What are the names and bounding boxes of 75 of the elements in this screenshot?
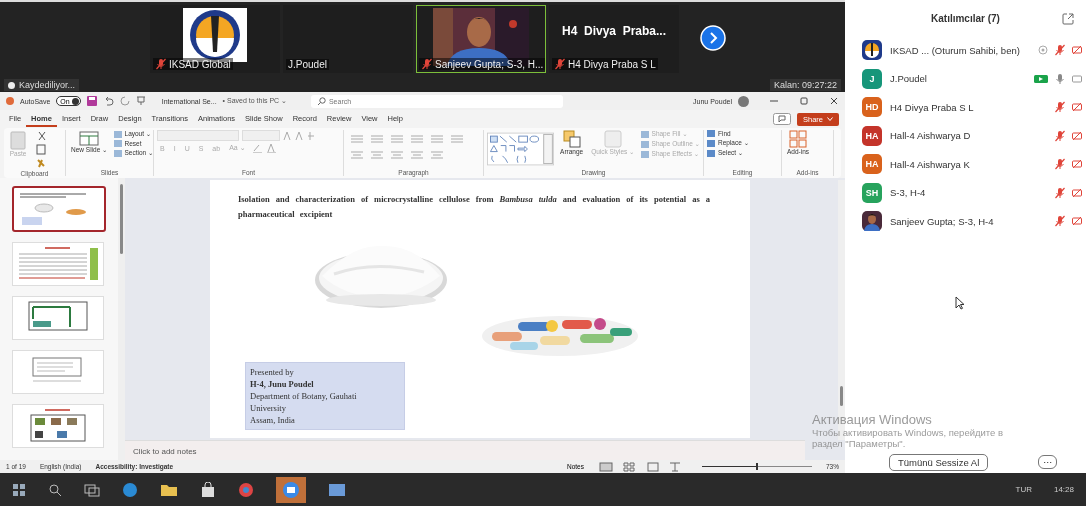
browser-icon[interactable]: [122, 481, 138, 498]
shapes-gallery[interactable]: [487, 130, 555, 168]
participant-row[interactable]: HA Hall-4 Aishwarya D: [845, 121, 1086, 150]
presentation-icon[interactable]: [135, 96, 146, 106]
activation-notice: Чтобы активировать Windows, перейдите в: [812, 427, 1004, 438]
round-app-icon[interactable]: [238, 481, 254, 498]
more-button[interactable]: ···: [1038, 455, 1058, 469]
participant-row[interactable]: J J.Poudel: [845, 64, 1086, 93]
participant-name: Hall-4 Aishwarya K: [890, 158, 971, 170]
restore-icon[interactable]: [799, 96, 809, 106]
activation-notice: Активация Windows: [812, 412, 933, 427]
redo-icon[interactable]: [119, 96, 130, 106]
remaining-time: Kalan: 09:27:22: [769, 79, 841, 91]
windows-logo-icon[interactable]: [12, 482, 26, 497]
initials-avatar: SH: [862, 182, 882, 203]
video-tile[interactable]: Sanjeev Gupta; S-3, H...: [416, 5, 546, 73]
recording-indicator: Kaydediliyor...: [4, 79, 80, 91]
tile-name-text: IKSAD Global: [169, 58, 231, 70]
video-camera-icon: [1034, 73, 1048, 84]
participant-row[interactable]: HA Hall-4 Aishwarya K: [845, 150, 1086, 179]
initials-avatar: HA: [862, 125, 882, 146]
mute-all-button[interactable]: Tümünü Sessize Al: [889, 453, 989, 471]
initials-avatar: J: [862, 68, 882, 89]
initials-avatar: HD: [862, 97, 882, 118]
participant-row[interactable]: IKSAD ... (Oturum Sahibi, ben): [845, 36, 1086, 65]
comment-icon[interactable]: [773, 113, 791, 125]
close-icon[interactable]: [829, 96, 839, 106]
video-tile[interactable]: J.Poudel: [283, 5, 413, 73]
mouse-pointer-icon: [955, 295, 965, 310]
folder-icon[interactable]: [160, 482, 178, 497]
participant-name: Sanjeev Gupta; S-3, H-4: [890, 215, 995, 227]
grid-icon: [789, 130, 807, 148]
presenter-line: University: [250, 402, 287, 414]
video-app-icon[interactable]: [276, 476, 306, 503]
clock[interactable]: 14:28: [1053, 485, 1074, 494]
participant-name: Hall-4 Aishwarya D: [890, 130, 972, 142]
participant-name: J.Poudel: [890, 73, 928, 85]
video-tile[interactable]: IKSAD Global: [150, 5, 280, 73]
search-icon[interactable]: [48, 482, 62, 497]
font-size-field[interactable]: [242, 130, 280, 141]
notes-field[interactable]: Click to add notes: [125, 440, 805, 460]
user-avatar[interactable]: [738, 95, 749, 107]
tile-title: H4 Divya Praba...: [561, 24, 667, 38]
tile-name-text: Sanjeev Gupta; S-3, H...: [435, 58, 544, 70]
participant-row[interactable]: HD H4 Divya Praba S L: [845, 93, 1086, 122]
caret-icon: [827, 117, 833, 121]
slide-title: Isolation and characterization of microcrystalline cellulose from Bambusa tulda and evaluation of its potential as a pharmaceutical excipient: [238, 193, 710, 221]
participant-name: S-3, H-4: [890, 187, 927, 199]
app-icon[interactable]: [6, 97, 14, 105]
input-language[interactable]: TUR: [1015, 485, 1032, 494]
task-view-icon[interactable]: [84, 482, 100, 497]
clipboard-icon: [9, 130, 27, 150]
emblem-logo: [862, 40, 882, 61]
participant-name: IKSAD ... (Oturum Sahibi, ben): [890, 44, 1021, 56]
presenter-line: H-4, Junu Poudel: [250, 378, 315, 390]
font-name-field[interactable]: [157, 130, 239, 141]
search-icon: [316, 96, 326, 106]
presenter-line: Presented by: [250, 366, 295, 378]
presenter-line: Department of Botany, Gauhati: [250, 390, 358, 402]
emblem-logo: [183, 8, 247, 62]
participant-name: H4 Divya Praba S L: [890, 101, 975, 113]
tile-name-text: J.Poudel: [288, 59, 327, 70]
panel-title: Katılımcılar (7): [931, 12, 1000, 24]
shopping-bag-icon[interactable]: [200, 481, 216, 498]
tile-name-text: H4 Divya Praba S L: [568, 58, 656, 70]
scroll-bar[interactable]: [118, 178, 125, 460]
participant-row[interactable]: SH S-3, H-4: [845, 178, 1086, 207]
save-icon[interactable]: [86, 96, 97, 106]
window-app-icon[interactable]: [328, 482, 346, 497]
initials-avatar: HA: [862, 154, 882, 175]
video-tile[interactable]: H4 Divya Praba... H4 Divya Praba S L: [549, 5, 679, 73]
participant-row[interactable]: Sanjeev Gupta; S-3, H-4: [845, 207, 1086, 236]
activation-notice: раздел "Параметры".: [812, 438, 907, 449]
presenter-line: Assam, India: [250, 414, 296, 426]
pop-out-icon[interactable]: [1062, 13, 1074, 25]
